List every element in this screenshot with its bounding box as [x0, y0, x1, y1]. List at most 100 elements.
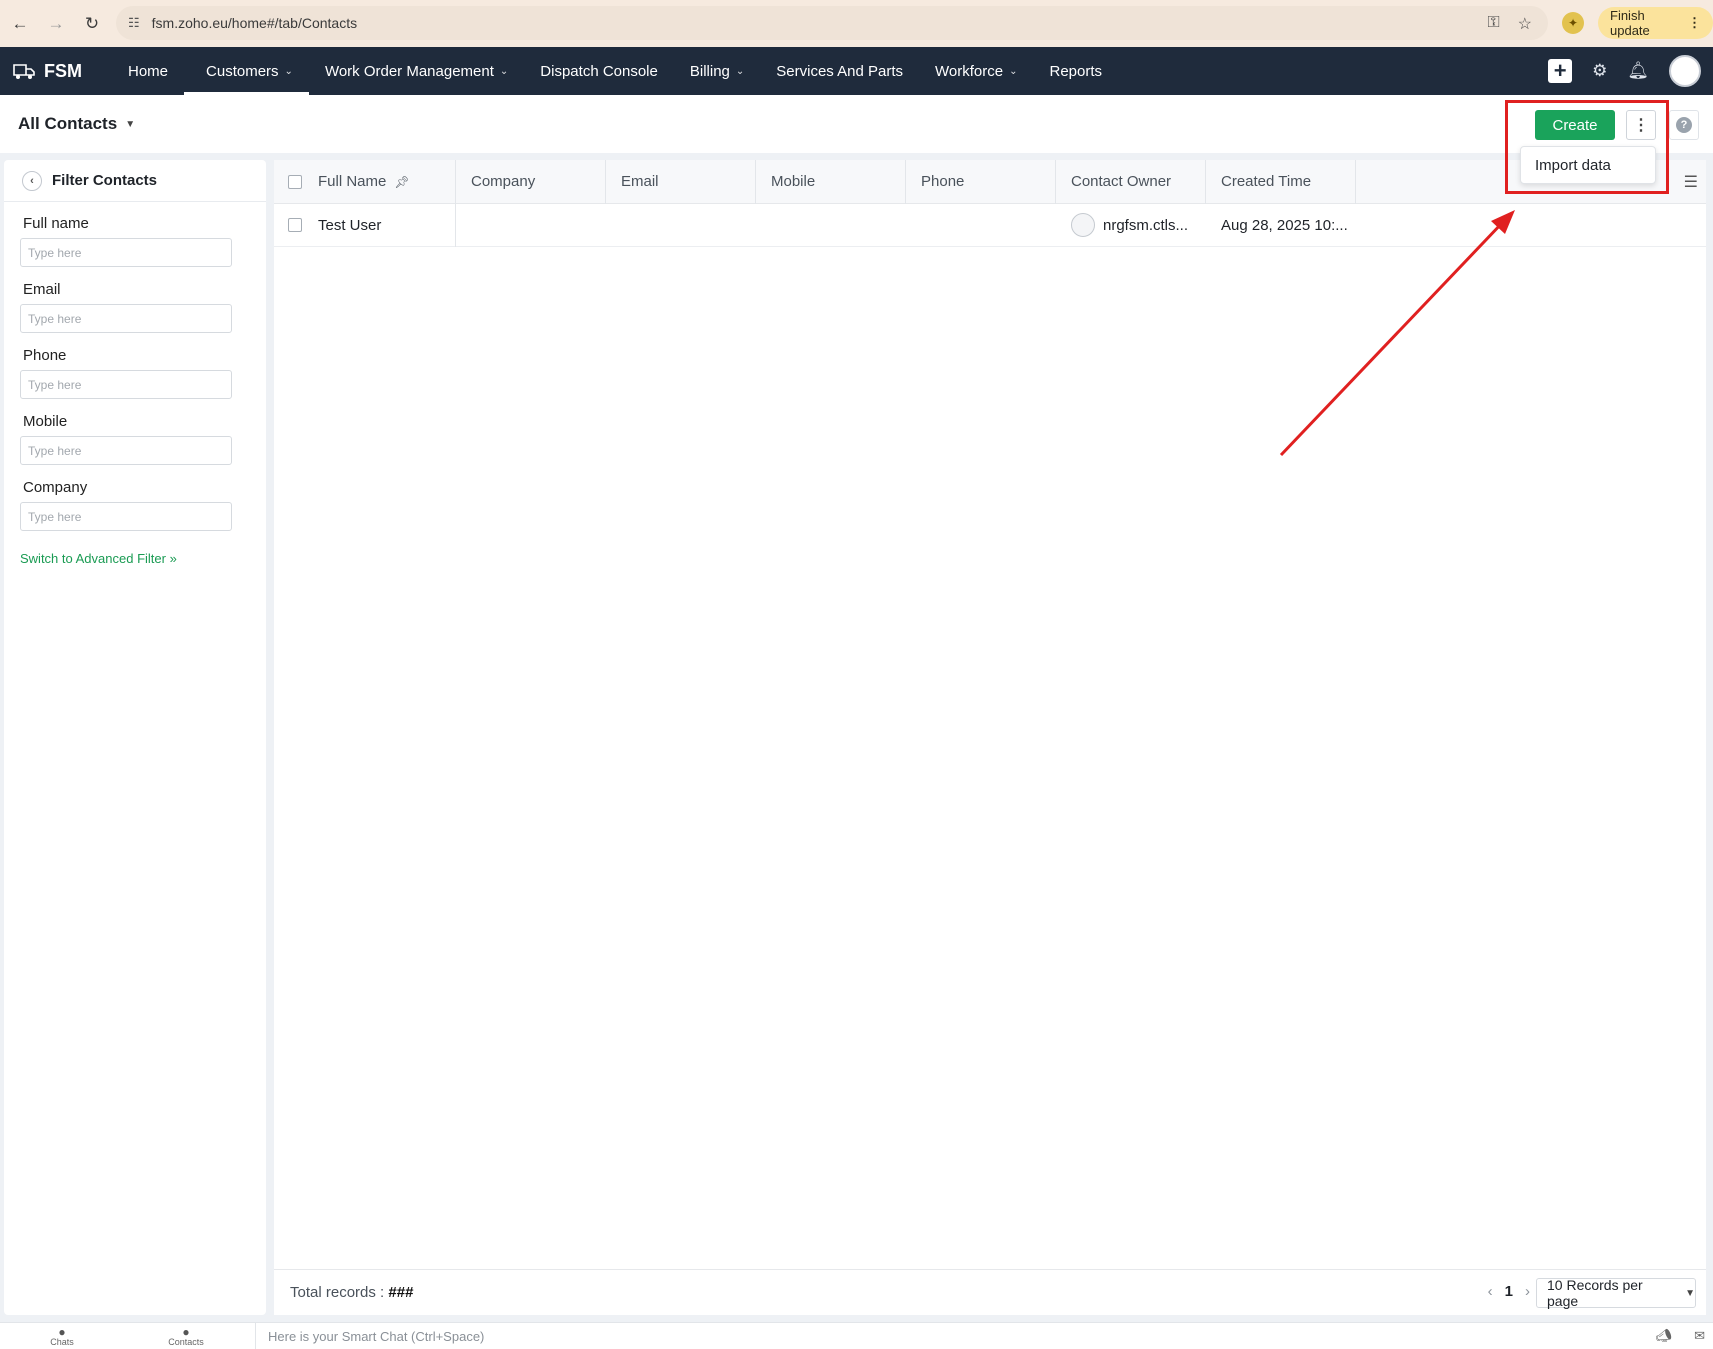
table-row[interactable]: Test User nrgfsm.ctls... Aug 28, 2025 10… [274, 203, 1706, 247]
pagination: ‹ 1 › [1488, 1283, 1530, 1300]
nav-dispatch-console[interactable]: Dispatch Console [524, 47, 674, 95]
current-page: 1 [1504, 1283, 1513, 1300]
column-email[interactable]: Email [606, 159, 756, 204]
chevron-down-icon: ⌄ [499, 65, 509, 77]
contacts-label: Contacts [168, 1336, 204, 1347]
chats-label: Chats [50, 1336, 74, 1347]
help-button[interactable]: ? [1669, 110, 1699, 140]
next-page-icon[interactable]: › [1525, 1283, 1530, 1300]
cell-phone [906, 204, 1056, 247]
cell-email [606, 204, 756, 247]
finish-update-button[interactable]: Finish update ⋮ [1598, 7, 1713, 39]
column-label: Full Name [318, 173, 387, 190]
contacts-table: Full Name 📌︎ Company Email Mobile Phone C… [274, 159, 1706, 1315]
nav-work-order-management[interactable]: Work Order Management ⌄ [309, 47, 524, 95]
column-label: Phone [921, 173, 965, 190]
chats-button[interactable]: ● Chats [0, 1326, 124, 1347]
browser-toolbar: ← → ↻ ☷ fsm.zoho.eu/home#/tab/Contacts ⚿… [0, 0, 1713, 47]
records-per-page-select[interactable]: 10 Records per page ▼ [1536, 1277, 1696, 1309]
truck-icon [13, 64, 35, 79]
select-all-cell [274, 160, 310, 204]
column-contact-owner[interactable]: Contact Owner [1056, 159, 1206, 204]
view-selector[interactable]: All Contacts ▼ [18, 114, 135, 134]
quick-create-plus-icon[interactable]: + [1548, 59, 1573, 83]
mobile-input[interactable] [20, 436, 232, 465]
pin-icon[interactable]: 📌︎ [394, 175, 409, 189]
gear-icon[interactable]: ⚙ [1592, 61, 1607, 81]
view-header: All Contacts ▼ Create ⋮ ? [0, 95, 1713, 153]
collapse-chevron-left-icon[interactable]: ‹ [22, 170, 42, 191]
more-options-icon[interactable]: ⋮ [1626, 110, 1656, 140]
cell-mobile [756, 204, 906, 247]
address-bar[interactable]: ☷ fsm.zoho.eu/home#/tab/Contacts ⚿ ☆ [116, 6, 1548, 40]
forward-icon[interactable]: → [38, 6, 74, 42]
chevron-down-icon: ⌄ [1009, 65, 1018, 77]
nav-home[interactable]: Home [112, 47, 184, 95]
contacts-button[interactable]: ● Contacts [124, 1326, 248, 1347]
nav-customers[interactable]: Customers ⌄ [184, 47, 309, 95]
nav-label: Services And Parts [776, 62, 904, 80]
column-label: Mobile [771, 173, 816, 190]
create-button[interactable]: Create [1535, 110, 1615, 140]
nav-label: Workforce [935, 62, 1004, 80]
nav-reports[interactable]: Reports [1033, 47, 1118, 95]
row-select-cell [274, 204, 310, 247]
logo-text: FSM [44, 60, 82, 81]
full-name-input[interactable] [20, 238, 232, 267]
row-checkbox[interactable] [288, 218, 302, 232]
nav-label: Billing [689, 62, 730, 80]
nav-services-and-parts[interactable]: Services And Parts [760, 47, 919, 95]
total-records-value: ### [388, 1284, 414, 1301]
cell-contact-owner: nrgfsm.ctls... [1056, 204, 1206, 247]
bookmark-star-icon[interactable]: ☆ [1518, 14, 1532, 34]
column-created-time[interactable]: Created Time [1206, 159, 1356, 204]
phone-input[interactable] [20, 370, 232, 399]
prev-page-icon[interactable]: ‹ [1488, 1283, 1493, 1300]
question-icon: ? [1676, 117, 1692, 133]
menu-item-import-data[interactable]: Import data [1535, 157, 1611, 174]
finish-update-label: Finish update [1610, 8, 1650, 38]
back-icon[interactable]: ← [2, 6, 38, 42]
reload-icon[interactable]: ↻ [74, 6, 110, 42]
column-phone[interactable]: Phone [906, 159, 1056, 204]
smart-chat-input[interactable]: Here is your Smart Chat (Ctrl+Space) [255, 1323, 1645, 1349]
double-chevron-right-icon: » [169, 551, 177, 566]
chevron-down-icon: ⌄ [735, 65, 745, 77]
nav-billing[interactable]: Billing ⌄ [674, 47, 760, 95]
owner-avatar [1071, 213, 1095, 237]
password-key-icon[interactable]: ⚿ [1487, 14, 1499, 34]
fsm-logo[interactable]: FSM [0, 61, 112, 82]
megaphone-icon[interactable]: 📣︎ [1656, 1328, 1673, 1344]
advanced-filter-link[interactable]: Switch to Advanced Filter » [20, 551, 266, 566]
column-mobile[interactable]: Mobile [756, 159, 906, 204]
caret-down-icon: ▼ [125, 118, 136, 130]
bell-icon[interactable]: 🔔︎ [1627, 61, 1649, 81]
nav-label: Customers [206, 62, 279, 80]
company-input[interactable] [20, 502, 232, 531]
table-footer: Total records : ### ‹ 1 › 10 Records per… [274, 1269, 1706, 1315]
cell-full-name[interactable]: Test User [310, 203, 456, 247]
extension-icon[interactable]: ✦ [1562, 12, 1584, 34]
nav-label: Reports [1049, 62, 1103, 80]
caret-down-icon: ▼ [1685, 1287, 1695, 1299]
column-label: Created Time [1221, 173, 1312, 190]
select-all-checkbox[interactable] [288, 174, 302, 189]
site-info-icon[interactable]: ☷ [128, 15, 140, 31]
filter-header: ‹ Filter Contacts [4, 160, 266, 202]
filter-label-mobile: Mobile [23, 413, 68, 430]
column-full-name[interactable]: Full Name 📌︎ [310, 159, 456, 204]
user-avatar[interactable] [1669, 55, 1701, 87]
email-input[interactable] [20, 304, 232, 333]
filter-label-full-name: Full name [23, 215, 89, 232]
column-company[interactable]: Company [456, 159, 606, 204]
column-label: Contact Owner [1071, 173, 1172, 190]
view-title: All Contacts [18, 114, 118, 133]
total-records: Total records : ### [290, 1284, 413, 1301]
filter-panel: ‹ Filter Contacts Full name Email Phone … [4, 160, 266, 1315]
chat-bubble-icon: ● [58, 1324, 66, 1339]
nav-workforce[interactable]: Workforce ⌄ [919, 47, 1033, 95]
feedback-icon[interactable]: ✉ [1694, 1328, 1705, 1344]
column-settings-icon[interactable]: ☰ [1684, 172, 1698, 192]
nav-label: Home [128, 62, 169, 80]
nav-label: Work Order Management [324, 62, 494, 80]
